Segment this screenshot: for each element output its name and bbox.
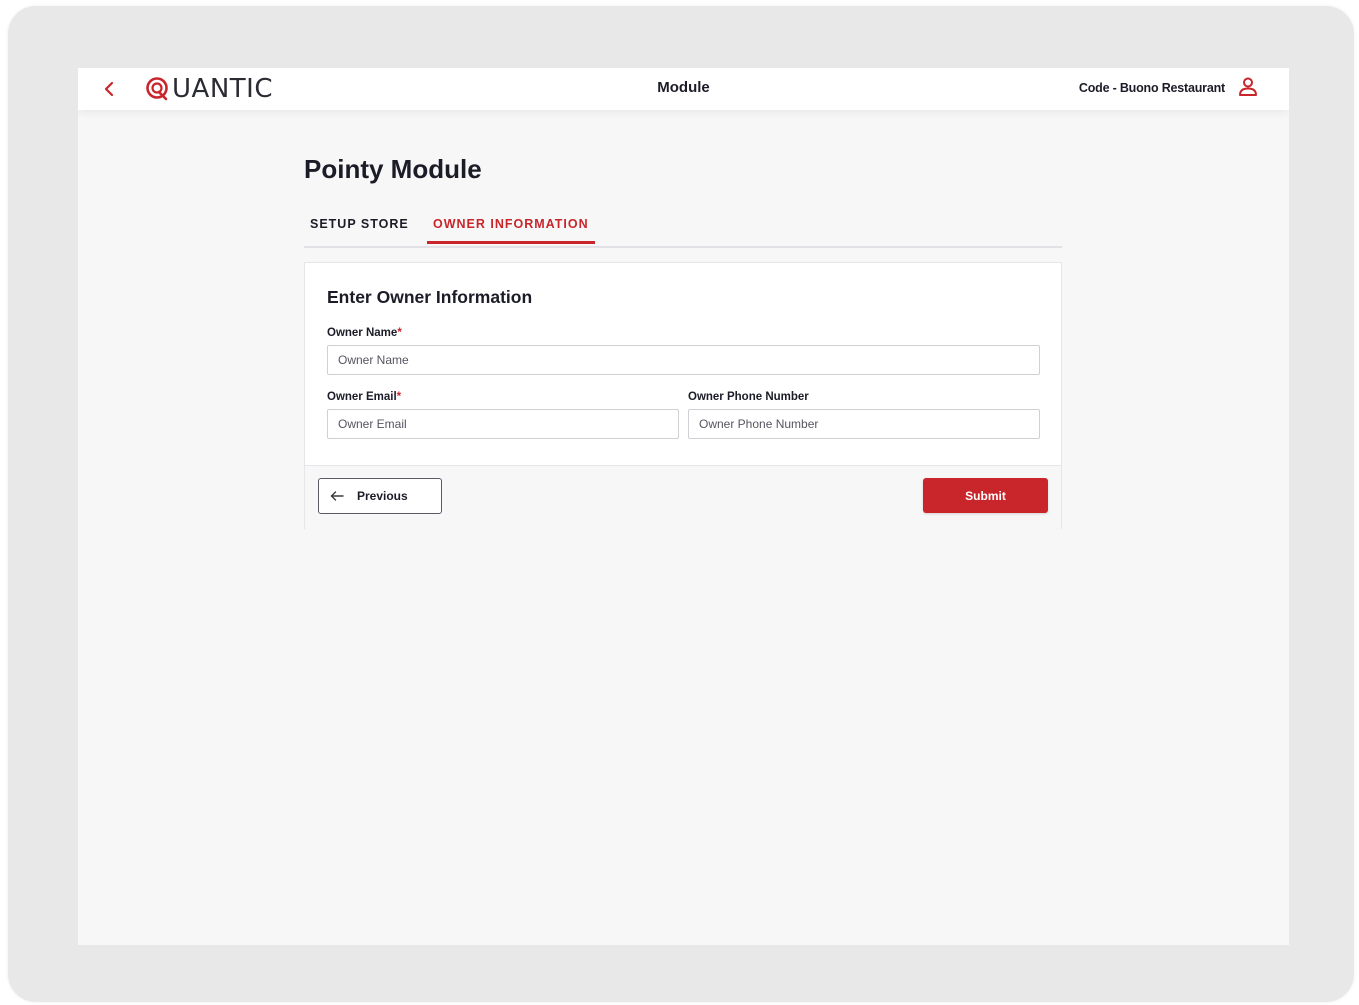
arrow-left-icon: [330, 491, 344, 501]
tab-bar: SETUP STORE OWNER INFORMATION: [304, 210, 1062, 248]
owner-email-label-text: Owner Email: [327, 391, 397, 403]
page-title: Pointy Module: [304, 154, 482, 184]
form-title: Enter Owner Information: [327, 287, 533, 307]
owner-name-input[interactable]: [327, 345, 1040, 375]
user-icon: [1239, 77, 1257, 96]
user-account-button[interactable]: [1237, 76, 1259, 98]
app-screen: UANTIC Module Code - Buono Restaurant Po…: [78, 68, 1289, 945]
previous-button-label: Previous: [357, 489, 408, 503]
tab-setup-store[interactable]: SETUP STORE: [304, 217, 415, 241]
required-marker: *: [396, 391, 402, 403]
owner-phone-label: Owner Phone Number: [688, 391, 809, 403]
tab-owner-information[interactable]: OWNER INFORMATION: [427, 217, 595, 244]
owner-information-card: Enter Owner Information Owner Name* Owne…: [304, 262, 1062, 529]
owner-email-input[interactable]: [327, 409, 679, 439]
owner-phone-label-text: Owner Phone Number: [688, 391, 809, 403]
owner-name-label-text: Owner Name: [327, 327, 398, 339]
previous-button[interactable]: Previous: [318, 478, 442, 514]
required-marker: *: [397, 327, 402, 339]
owner-email-label: Owner Email*: [327, 391, 401, 403]
form-footer: Previous Submit: [305, 465, 1061, 529]
top-header: UANTIC Module Code - Buono Restaurant: [78, 68, 1289, 110]
owner-phone-input[interactable]: [688, 409, 1040, 439]
submit-button[interactable]: Submit: [923, 478, 1048, 513]
restaurant-code-label: Code - Buono Restaurant: [1078, 81, 1225, 95]
owner-name-label: Owner Name*: [327, 327, 402, 339]
